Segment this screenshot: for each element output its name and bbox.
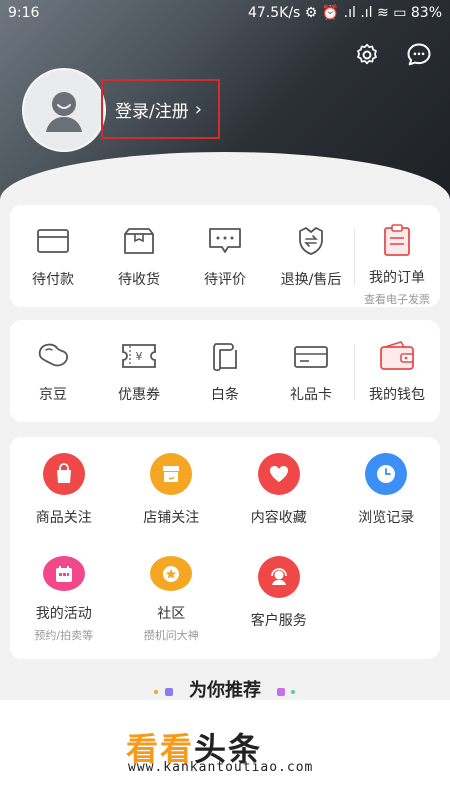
browsing-history-label: 浏览记录 [358,510,415,526]
order-clipboard-icon [379,223,415,257]
decor-dots-right [275,681,297,702]
order-pending-payment-label: 待付款 [32,272,74,288]
iou-scroll-icon [207,338,243,374]
login-register-label: 登录/注册 [115,101,189,122]
followed-products-label: 商品关注 [35,510,92,526]
gift-card-icon [293,338,329,374]
default-avatar-icon [46,92,82,132]
followed-products[interactable]: 商品关注 [10,437,118,540]
wallet-card-icon [35,223,71,259]
my-activities[interactable]: 我的活动 预约/拍卖等 [10,540,118,643]
community[interactable]: 社区 攒机问大神 [118,540,226,643]
divider [354,229,355,285]
decor-dots-left [153,681,175,702]
my-wallet-label: 我的钱包 [369,387,425,403]
my-activities-label: 我的活动 [35,606,92,622]
coupons[interactable]: ¥ 优惠券 [96,320,182,422]
order-pending-receipt[interactable]: 待收货 [96,205,182,307]
jingdou-label: 京豆 [39,387,67,403]
gift-cards[interactable]: 礼品卡 [268,320,354,422]
services-card: 商品关注 店铺关注 内容收藏 浏览记录 我的活动 预约/拍卖等 社区 攒机问大神… [10,437,440,659]
wallet-icon [379,338,415,374]
community-icon [150,556,193,591]
followed-stores-label: 店铺关注 [143,510,200,526]
status-time: 9:16 [8,5,40,21]
status-bar: 9:16 47.5K/s ⚙ ⏰ .ıl .ıl ≋ ▭ 83% [0,0,450,28]
bean-icon [35,338,71,374]
headset-icon [257,556,300,598]
my-orders[interactable]: 我的订单 查看电子发票 [354,205,440,307]
my-orders-label: 我的订单 [369,270,425,286]
order-pending-review[interactable]: 待评价 [182,205,268,307]
status-indicators: 47.5K/s ⚙ ⏰ .ıl .ıl ≋ ▭ 83% [247,5,442,21]
order-return-after-sale[interactable]: 退换/售后 [268,205,354,307]
comment-bubble-icon [207,223,243,259]
settings-gear-icon[interactable] [352,40,382,70]
orders-card: 待付款 待收货 待评价 退换/售后 我的订单 查看电子发票 [10,205,440,307]
my-activities-sub: 预约/拍卖等 [34,629,94,642]
order-pending-review-label: 待评价 [204,272,246,288]
recommend-title: 为你推荐 [189,680,261,701]
recommend-heading: 为你推荐 [0,676,450,702]
svg-text:¥: ¥ [136,350,143,363]
coupons-label: 优惠券 [118,387,160,403]
content-favorites[interactable]: 内容收藏 [225,437,333,540]
content-favorites-label: 内容收藏 [250,510,307,526]
baitiao-label: 白条 [211,387,239,403]
watermark-url: www.kankantoutiao.com [128,760,314,775]
shopping-bag-icon [42,453,85,495]
followed-stores[interactable]: 店铺关注 [118,437,226,540]
coupon-icon: ¥ [121,338,157,374]
community-sub: 攒机问大神 [143,629,199,642]
jingdou[interactable]: 京豆 [10,320,96,422]
invoice-link[interactable]: 查看电子发票 [364,291,430,307]
customer-service[interactable]: 客户服务 [225,540,333,643]
return-icon [293,223,329,259]
my-wallet[interactable]: 我的钱包 [354,320,440,422]
calendar-icon [42,556,85,591]
browsing-history[interactable]: 浏览记录 [333,437,441,540]
package-box-icon [121,223,157,259]
order-pending-payment[interactable]: 待付款 [10,205,96,307]
community-label: 社区 [157,606,186,622]
wallet-card: 京豆 ¥ 优惠券 白条 礼品卡 我的钱包 [10,320,440,422]
baitiao[interactable]: 白条 [182,320,268,422]
chevron-right-icon: › [194,98,202,120]
gift-cards-label: 礼品卡 [290,387,332,403]
header-actions [352,40,434,70]
login-register-button[interactable]: 登录/注册 › [101,79,220,139]
store-icon [150,453,193,495]
avatar[interactable] [22,68,106,152]
order-pending-receipt-label: 待收货 [118,272,160,288]
heart-icon [257,453,300,495]
divider [354,344,355,400]
customer-service-label: 客户服务 [250,613,307,629]
clock-icon [365,453,408,495]
order-return-after-sale-label: 退换/售后 [280,272,342,288]
message-bubble-icon[interactable] [404,40,434,70]
